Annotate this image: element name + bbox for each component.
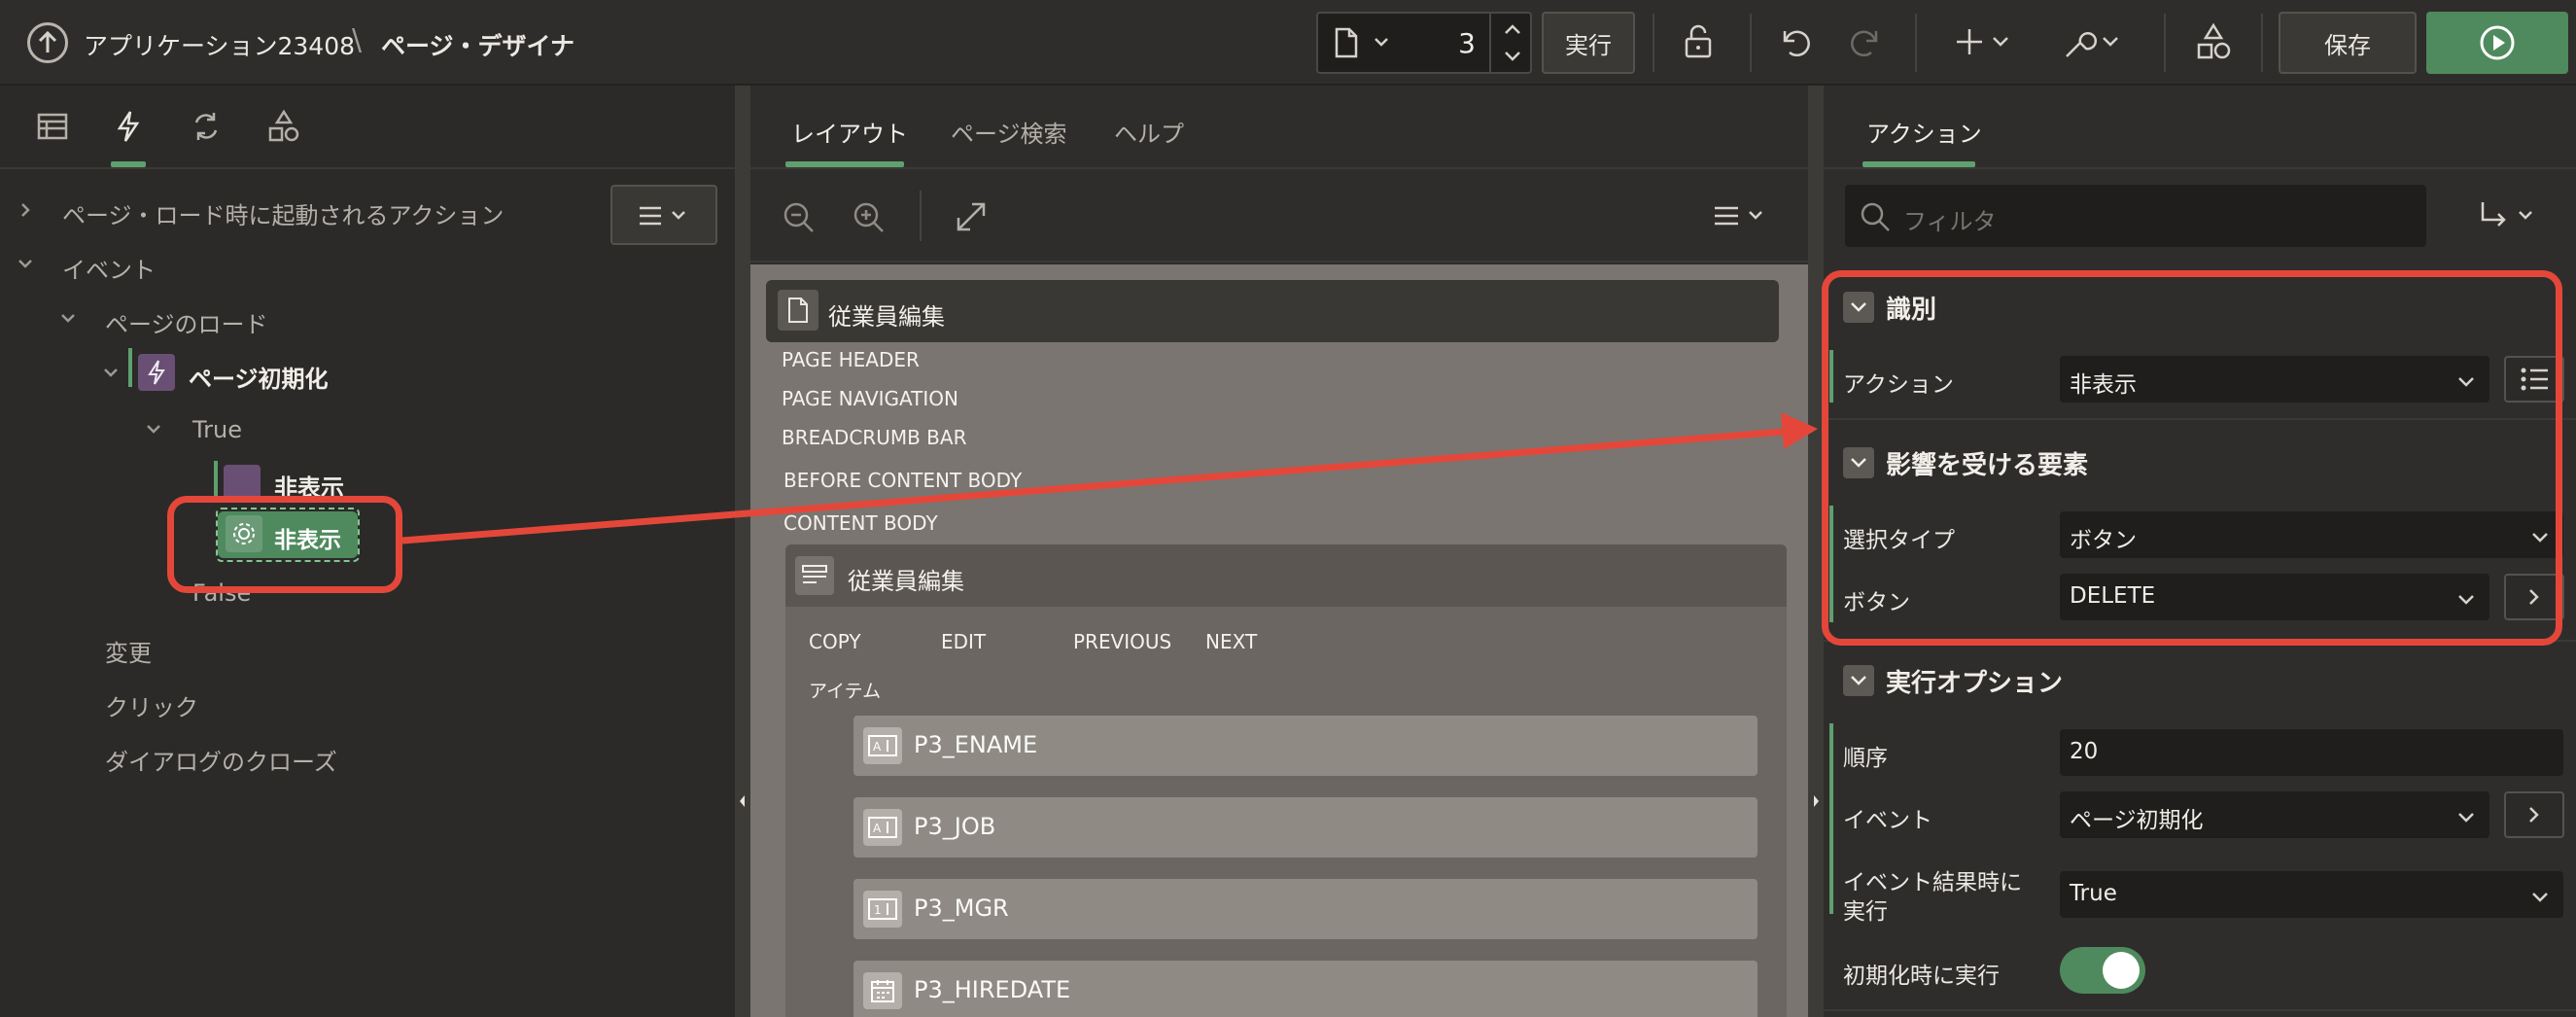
- annotation-arrow: [401, 412, 1818, 544]
